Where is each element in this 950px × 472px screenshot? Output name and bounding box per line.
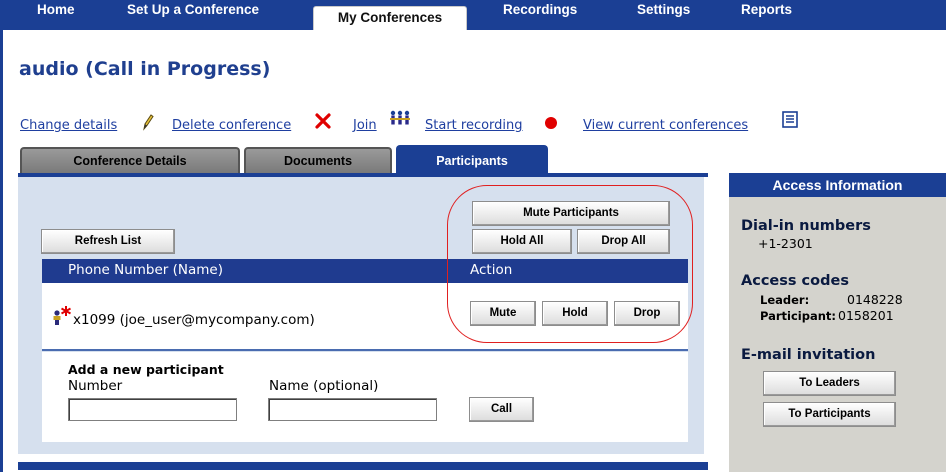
join-people-icon[interactable] bbox=[389, 109, 411, 133]
tab-documents[interactable]: Documents bbox=[244, 147, 392, 175]
participant-code: 0158201 bbox=[838, 308, 894, 323]
nav-tab-settings[interactable]: Settings bbox=[637, 2, 690, 26]
nav-tab-recordings[interactable]: Recordings bbox=[503, 2, 577, 26]
participant-leader-icon bbox=[52, 305, 72, 333]
tab-participants[interactable]: Participants bbox=[396, 145, 548, 175]
refresh-list-button[interactable]: Refresh List bbox=[41, 229, 175, 254]
call-button[interactable]: Call bbox=[469, 397, 534, 422]
leader-code: 0148228 bbox=[847, 292, 903, 307]
left-edge-rule bbox=[0, 30, 3, 472]
email-invitation-heading: E-mail invitation bbox=[741, 347, 876, 363]
dial-in-number: +1-2301 bbox=[758, 236, 813, 251]
nav-tab-my-conferences[interactable]: My Conferences bbox=[313, 6, 467, 30]
tab-conference-details[interactable]: Conference Details bbox=[20, 147, 240, 175]
pencil-icon[interactable] bbox=[141, 113, 155, 135]
number-field[interactable] bbox=[68, 398, 237, 421]
participant-label: Participant: bbox=[760, 309, 837, 323]
access-information-header: Access Information bbox=[729, 173, 946, 197]
name-label: Name (optional) bbox=[269, 378, 379, 394]
column-header-phone: Phone Number (Name) bbox=[68, 262, 223, 278]
join-link[interactable]: Join bbox=[353, 118, 377, 133]
change-details-link[interactable]: Change details bbox=[20, 118, 117, 133]
top-nav-rule bbox=[0, 28, 946, 30]
dial-in-heading: Dial-in numbers bbox=[741, 218, 871, 234]
nav-tab-reports[interactable]: Reports bbox=[741, 2, 792, 26]
email-to-leaders-button[interactable]: To Leaders bbox=[763, 371, 896, 396]
highlight-oval bbox=[447, 185, 693, 343]
delete-x-icon[interactable] bbox=[314, 112, 332, 134]
start-recording-link[interactable]: Start recording bbox=[425, 118, 523, 133]
tab-rule bbox=[18, 173, 708, 177]
nav-tab-home[interactable]: Home bbox=[37, 2, 75, 26]
list-document-icon[interactable] bbox=[782, 111, 798, 132]
leader-label: Leader: bbox=[760, 293, 810, 307]
email-to-participants-button[interactable]: To Participants bbox=[763, 402, 896, 427]
record-dot-icon[interactable] bbox=[544, 115, 558, 134]
page-title: audio (Call in Progress) bbox=[19, 58, 271, 80]
participant-phone-name: x1099 (joe_user@mycompany.com) bbox=[73, 312, 315, 328]
row-divider bbox=[42, 349, 688, 351]
access-codes-heading: Access codes bbox=[741, 273, 849, 289]
add-participant-heading: Add a new participant bbox=[68, 362, 224, 377]
number-label: Number bbox=[68, 378, 123, 394]
view-current-conferences-link[interactable]: View current conferences bbox=[583, 118, 748, 133]
nav-tab-set-up-conference[interactable]: Set Up a Conference bbox=[127, 2, 259, 26]
panel-bottom-rule bbox=[18, 462, 708, 470]
delete-conference-link[interactable]: Delete conference bbox=[172, 118, 291, 133]
name-field[interactable] bbox=[268, 398, 437, 421]
